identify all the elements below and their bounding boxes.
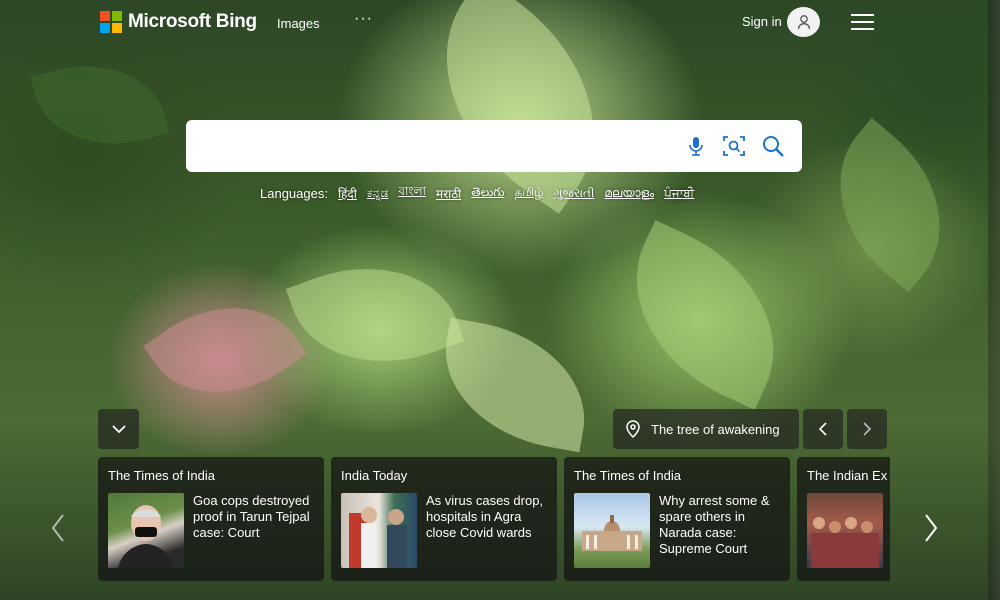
page-scrollbar[interactable] [988,0,1000,600]
user-icon[interactable] [787,7,820,37]
nav-more-button[interactable]: ··· [354,10,373,28]
news-card[interactable]: The Times of India Goa cops destroyed pr… [98,457,324,581]
image-info-button[interactable]: The tree of awakening [613,409,799,449]
language-link-bengali[interactable]: বাংলা [398,183,426,203]
news-headline: Goa cops destroyed proof in Tarun Tejpal… [193,493,310,540]
news-source: The Times of India [108,468,215,483]
news-source: The Times of India [574,468,681,483]
previous-image-button[interactable] [803,409,843,449]
language-link-tamil[interactable]: தமிழ் [514,185,543,201]
language-link-telugu[interactable]: తెలుగు [471,185,504,202]
collapse-feed-button[interactable] [98,409,139,449]
language-link-malayalam[interactable]: മലയാളം [604,186,654,201]
sign-in-link[interactable]: Sign in [742,14,782,29]
carousel-prev-button[interactable] [43,508,73,548]
news-headline: As virus cases drop, hospitals in Agra c… [426,493,544,540]
languages-bar: Languages: हिंदी ಕನ್ನಡ বাংলা मराठी తెలుగ… [260,183,704,203]
news-card[interactable]: India Today As virus cases drop, hospita… [331,457,557,581]
language-link-kannada[interactable]: ಕನ್ನಡ [367,186,388,201]
news-thumbnail [108,493,184,568]
news-card[interactable]: The Indian Ex [797,457,890,581]
carousel-next-button[interactable] [916,508,946,548]
nav-images-link[interactable]: Images [277,16,320,31]
news-carousel: The Times of India Goa cops destroyed pr… [98,457,890,581]
language-link-gujarati[interactable]: ગુજરાતી [554,186,595,201]
microsoft-logo-icon [100,11,122,33]
news-thumbnail [574,493,650,568]
location-pin-icon [625,420,641,438]
bing-logo[interactable]: Microsoft Bing [100,11,257,33]
header: Microsoft Bing Images ··· Sign in [0,0,1000,46]
visual-search-icon[interactable] [720,132,748,160]
logo-text: Microsoft Bing [128,11,257,32]
language-link-punjabi[interactable]: ਪੰਜਾਬੀ [664,186,694,201]
search-input[interactable] [202,132,672,160]
chevron-down-icon [111,425,126,434]
news-source: India Today [341,468,408,483]
image-title: The tree of awakening [651,421,780,437]
chevron-left-icon [51,514,64,542]
microphone-icon[interactable] [682,132,710,160]
language-link-hindi[interactable]: हिंदी [338,185,357,202]
news-source: The Indian Ex [807,468,888,483]
next-image-button[interactable] [847,409,887,449]
search-icon[interactable] [759,132,787,160]
languages-label: Languages: [260,185,328,201]
news-thumbnail [341,493,417,568]
search-box [186,120,802,172]
hamburger-menu-icon[interactable] [851,14,874,30]
news-card[interactable]: The Times of India Why arrest some & spa… [564,457,790,581]
chevron-right-icon [863,422,872,436]
language-link-marathi[interactable]: मराठी [436,185,461,202]
chevron-right-icon [925,514,938,542]
news-thumbnail [807,493,883,568]
chevron-left-icon [818,422,827,436]
news-headline: Why arrest some & spare others in Narada… [659,493,770,556]
